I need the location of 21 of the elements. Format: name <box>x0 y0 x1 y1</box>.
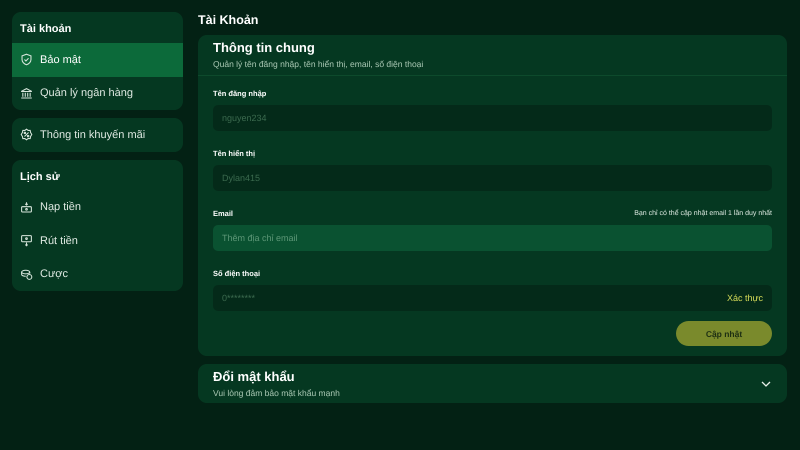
coins-icon <box>20 268 33 281</box>
sidebar-item[interactable]: Bảo mật <box>12 43 183 76</box>
sidebar-heading: Lịch sử <box>19 170 61 184</box>
shield-icon <box>20 53 33 66</box>
card-title: Thông tin chung <box>213 40 315 55</box>
update-button[interactable]: Cập nhật <box>676 321 772 346</box>
withdraw-icon <box>20 234 33 248</box>
sidebar-item[interactable]: Thông tin khuyến mãi <box>12 118 183 152</box>
deposit-icon <box>20 200 33 214</box>
card-title: Đổi mật khẩu <box>213 369 295 384</box>
card-subtitle: Vui lòng đảm bảo mật khẩu mạnh <box>213 388 340 398</box>
page-title: Tài Khoản <box>198 13 258 27</box>
card-subtitle: Quản lý tên đăng nhập, tên hiển thị, email, số điện thoại <box>213 59 424 69</box>
sidebar-item[interactable]: Rút tiền <box>12 224 183 258</box>
sidebar-item[interactable]: Quản lý ngân hàng <box>12 76 183 110</box>
bank-icon <box>20 86 33 100</box>
sidebar-heading: Tài khoản <box>19 22 72 37</box>
sidebar-item[interactable]: Nạp tiền <box>12 190 183 224</box>
sidebar-item[interactable]: Cược <box>12 258 183 291</box>
discount-icon <box>20 128 33 142</box>
input-field[interactable]: Thêm địa chỉ email <box>213 225 772 251</box>
